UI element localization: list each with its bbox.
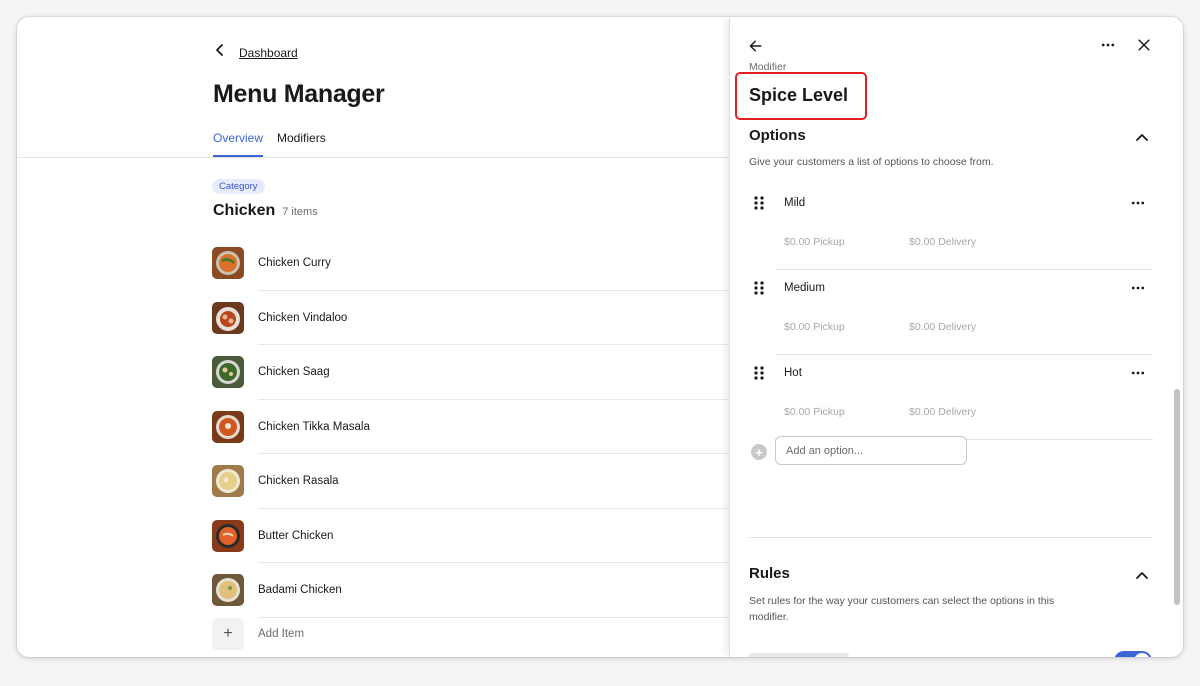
row-divider	[258, 616, 729, 618]
option-delivery-price: $0.00 Delivery	[909, 406, 977, 418]
more-horizontal-icon[interactable]	[1098, 35, 1118, 55]
rules-description: Set rules for the way your customers can…	[749, 595, 1055, 623]
plus-icon: +	[212, 618, 244, 650]
menu-item-name: Chicken Rasala	[258, 475, 339, 488]
breadcrumb[interactable]: Dashboard	[213, 43, 298, 62]
options-description: Give your customers a list of options to…	[749, 156, 994, 168]
menu-manager-page: Dashboard Menu Manager Overview Modifier…	[17, 17, 729, 657]
option-name: Medium	[784, 282, 825, 294]
drawer-eyebrow: Modifier	[749, 61, 787, 73]
app-window: Dashboard Menu Manager Overview Modifier…	[17, 17, 1183, 657]
menu-item[interactable]: Chicken Curry	[212, 236, 729, 291]
add-option-input[interactable]	[775, 436, 967, 465]
rule-toggle[interactable]	[1114, 651, 1152, 657]
toggle-knob	[1134, 653, 1150, 657]
category-badge: Category	[212, 179, 265, 194]
drawer-scrollbar[interactable]	[1174, 389, 1180, 605]
menu-item-name: Butter Chicken	[258, 529, 334, 542]
menu-item-name: Badami Chicken	[258, 584, 342, 597]
option-pickup-price: $0.00 Pickup	[784, 321, 845, 333]
breadcrumb-link[interactable]: Dashboard	[239, 46, 298, 60]
menu-item-name: Chicken Saag	[258, 366, 330, 379]
menu-item[interactable]: Chicken Vindaloo	[212, 291, 729, 345]
menu-item[interactable]: Chicken Saag	[212, 345, 729, 400]
category-item-count: 7 items	[282, 206, 318, 218]
menu-item-list: Chicken Curry Chicken Vindaloo Chicken S…	[212, 236, 729, 618]
chevron-up-icon[interactable]	[1134, 130, 1150, 146]
option-name: Mild	[784, 197, 806, 209]
option-pickup-price: $0.00 Pickup	[784, 406, 845, 418]
options-heading: Options	[749, 127, 806, 144]
rule-label-partial	[749, 653, 849, 657]
tab-overview[interactable]: Overview	[213, 131, 264, 157]
menu-item[interactable]: Chicken Rasala	[212, 454, 729, 509]
food-thumbnail	[212, 519, 244, 552]
food-thumbnail	[212, 410, 244, 443]
option-name: Hot	[784, 367, 802, 379]
food-thumbnail	[212, 574, 244, 607]
tabs-divider	[17, 157, 729, 158]
modifier-title: Spice Level	[749, 85, 849, 105]
option-delivery-price: $0.00 Delivery	[909, 321, 977, 333]
arrow-left-icon[interactable]	[746, 36, 766, 56]
food-thumbnail	[212, 247, 244, 280]
more-horizontal-icon[interactable]	[1128, 363, 1148, 383]
drag-handle-icon[interactable]	[753, 365, 765, 381]
food-thumbnail	[212, 465, 244, 498]
drag-handle-icon[interactable]	[753, 195, 765, 211]
close-icon[interactable]	[1134, 35, 1154, 55]
menu-item-name: Chicken Vindaloo	[258, 311, 348, 324]
modifier-drawer: Modifier Spice Level Options Give your c…	[729, 17, 1183, 657]
tab-bar: Overview Modifiers	[213, 131, 326, 157]
tab-modifiers[interactable]: Modifiers	[277, 131, 326, 157]
add-item-button[interactable]: + Add Item	[212, 618, 304, 650]
menu-item[interactable]: Butter Chicken	[212, 509, 729, 563]
option-row-mild[interactable]: Mild $0.00 Pickup $0.00 Delivery	[749, 185, 1153, 270]
category-header: Chicken 7 items	[213, 202, 318, 220]
category-name: Chicken	[213, 202, 276, 219]
food-thumbnail	[212, 301, 244, 334]
drag-handle-icon[interactable]	[753, 280, 765, 296]
chevron-left-icon	[213, 43, 227, 62]
page-title: Menu Manager	[213, 80, 385, 108]
option-delivery-price: $0.00 Delivery	[909, 236, 977, 248]
chevron-up-icon[interactable]	[1134, 568, 1150, 584]
menu-item-name: Chicken Tikka Masala	[258, 420, 370, 433]
section-divider	[749, 537, 1153, 538]
menu-item[interactable]: Chicken Tikka Masala	[212, 400, 729, 454]
option-pickup-price: $0.00 Pickup	[784, 236, 845, 248]
more-horizontal-icon[interactable]	[1128, 278, 1148, 298]
food-thumbnail	[212, 356, 244, 389]
add-item-label: Add Item	[258, 628, 305, 640]
more-horizontal-icon[interactable]	[1128, 193, 1148, 213]
menu-item[interactable]: Badami Chicken	[212, 563, 729, 618]
option-row-hot[interactable]: Hot $0.00 Pickup $0.00 Delivery	[749, 355, 1153, 440]
rules-heading: Rules	[749, 565, 790, 582]
menu-item-name: Chicken Curry	[258, 257, 331, 270]
plus-icon[interactable]: +	[751, 444, 767, 460]
option-row-medium[interactable]: Medium $0.00 Pickup $0.00 Delivery	[749, 270, 1153, 355]
